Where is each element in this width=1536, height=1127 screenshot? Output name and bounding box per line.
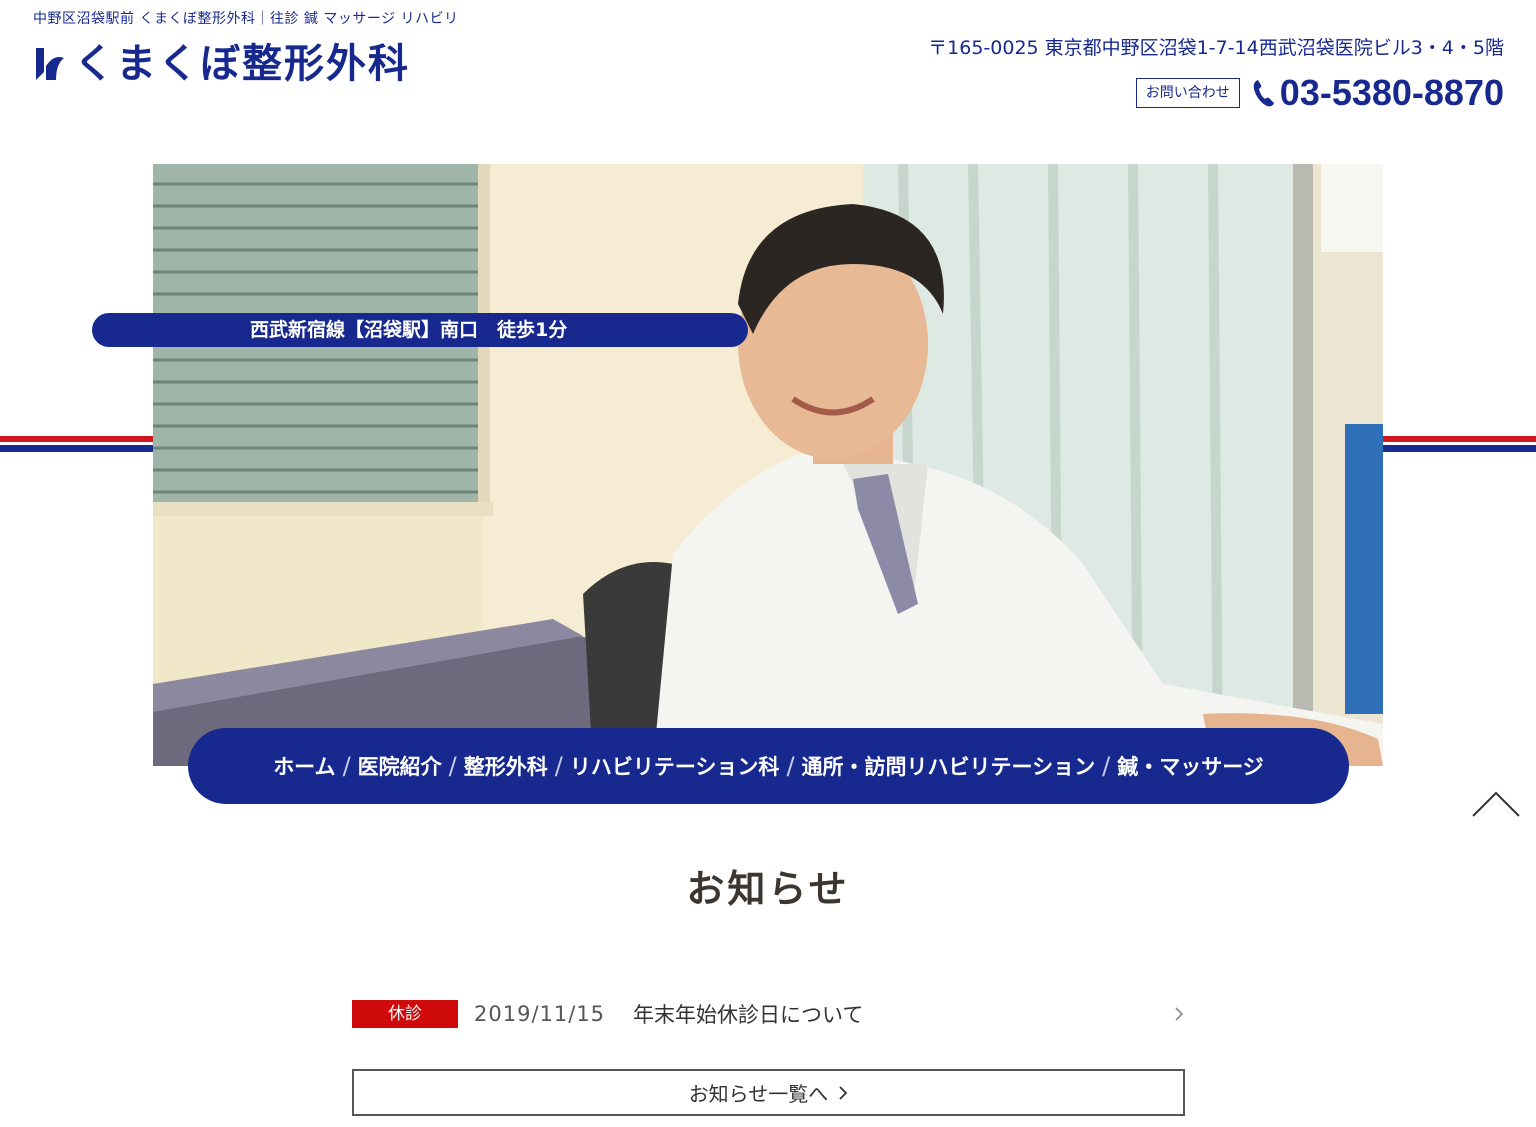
contact-row: お問い合わせ 03-5380-8870	[1135, 72, 1504, 114]
decorative-stripe-left	[0, 436, 153, 452]
chevron-right-icon	[1175, 1007, 1184, 1021]
logo-mark-icon	[36, 48, 64, 80]
news-list-button-label: お知らせ一覧へ	[688, 1082, 829, 1106]
logo-text: くまくぼ整形外科	[74, 41, 410, 87]
news-list-button[interactable]: お知らせ一覧へ	[352, 1069, 1185, 1116]
clinic-address: 〒165-0025 東京都中野区沼袋1-7-14西武沼袋医院ビル3・4・5階	[928, 37, 1504, 59]
phone-link[interactable]: 03-5380-8870	[1252, 72, 1504, 114]
news-section-title: お知らせ	[686, 867, 850, 911]
page: 中野区沼袋駅前 くまくぼ整形外科｜往診 鍼 マッサージ リハビリ くまくぼ整形外…	[0, 0, 1536, 1127]
nav-separator: /	[342, 752, 351, 780]
nav-item-home[interactable]: ホーム	[269, 751, 339, 781]
chevron-up-icon[interactable]	[1471, 790, 1521, 818]
nav-separator: /	[786, 752, 795, 780]
chevron-right-icon	[839, 1085, 848, 1100]
decorative-stripe-right	[1383, 436, 1536, 452]
nav-item-acupuncture[interactable]: 鍼・マッサージ	[1113, 751, 1268, 781]
phone-number: 03-5380-8870	[1279, 72, 1504, 113]
status-badge: 休診	[352, 1000, 458, 1028]
nav-item-rehabilitation[interactable]: リハビリテーション科	[566, 751, 784, 781]
nav-item-orthopedics[interactable]: 整形外科	[460, 751, 552, 781]
news-title: 年末年始休診日について	[633, 1003, 864, 1027]
main-nav: ホーム / 医院紹介 / 整形外科 / リハビリテーション科 / 通所・訪問リハ…	[188, 728, 1349, 804]
nav-separator: /	[1102, 752, 1111, 780]
site-logo[interactable]: くまくぼ整形外科	[34, 40, 410, 88]
access-banner: 西武新宿線【沼袋駅】南口 徒歩1分	[92, 313, 748, 347]
news-date: 2019/11/15	[474, 1002, 606, 1026]
site-tagline: 中野区沼袋駅前 くまくぼ整形外科｜往診 鍼 マッサージ リハビリ	[33, 11, 459, 27]
nav-separator: /	[554, 752, 563, 780]
nav-item-home-rehab[interactable]: 通所・訪問リハビリテーション	[798, 751, 1100, 781]
news-item[interactable]: 休診 2019/11/15 年末年始休診日について	[352, 996, 1186, 1032]
nav-separator: /	[448, 752, 457, 780]
hero-image	[153, 164, 1383, 766]
contact-button[interactable]: お問い合わせ	[1135, 78, 1240, 108]
phone-icon	[1253, 80, 1274, 107]
nav-item-about[interactable]: 医院紹介	[354, 751, 446, 781]
